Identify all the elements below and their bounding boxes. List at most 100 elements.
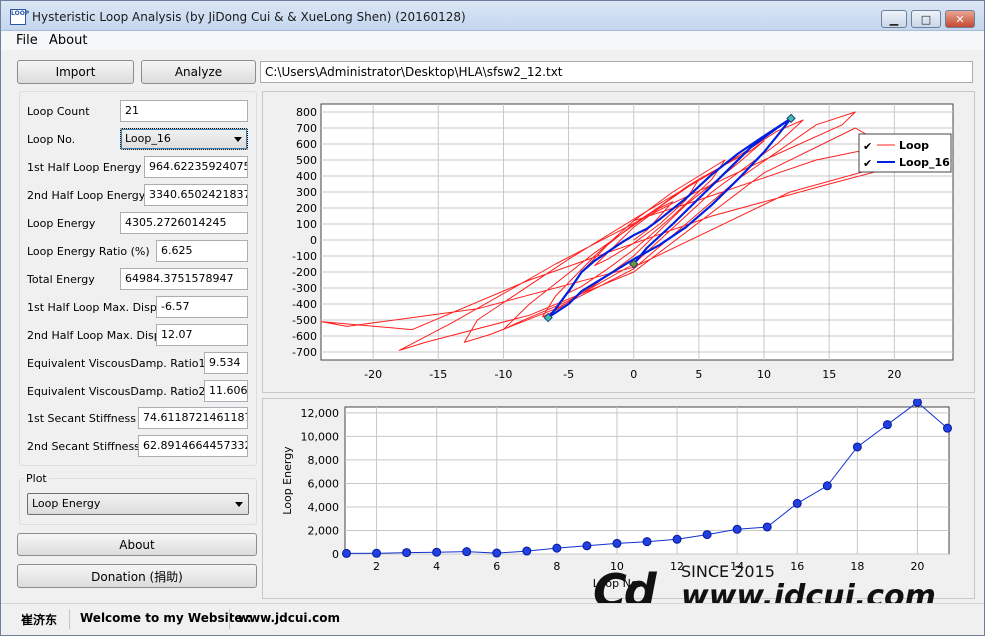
y-tick-label: -700 [292, 346, 317, 359]
loop-no-value: Loop_16 [125, 132, 171, 145]
energy-data-point [822, 481, 832, 491]
energy-ratio-field[interactable]: 6.625 [156, 240, 248, 262]
y-axis-label: Loop Energy [281, 446, 294, 515]
y-tick-label: 700 [296, 122, 317, 135]
hysteresis-chart: -20 -15 -10 -5 0 5 10 15 20 -700 -600 -500 -400 -300 -… [262, 91, 975, 393]
param-label: Equivalent ViscousDamp. Ratio2 (%) [27, 385, 229, 398]
damp-ratio1-field[interactable]: 9.534 [204, 352, 248, 374]
energy-data-point [552, 543, 562, 553]
y-tick-label: 500 [296, 154, 317, 167]
plot-group: Plot Loop Energy [19, 472, 257, 525]
menu-about[interactable]: About [49, 33, 87, 48]
energy-data-point [702, 530, 712, 540]
legend-check-icon: ✔ [863, 140, 872, 153]
y-tick-label: 400 [296, 170, 317, 183]
second-secant-stiffness-field[interactable]: 62.8914664457332 [138, 435, 248, 457]
x-tick-label: 18 [850, 560, 864, 573]
param-label: 2nd Half Loop Max. Disp [27, 329, 161, 342]
chevron-down-icon [234, 137, 242, 142]
plot-select-value: Loop Energy [32, 497, 101, 510]
plot-area [344, 406, 950, 555]
maximize-button[interactable]: □ [911, 10, 941, 28]
second-half-energy-field[interactable]: 3340.65024218374 [144, 184, 248, 206]
y-tick-label: 6,000 [308, 477, 340, 490]
second-max-disp-field[interactable]: 12.07 [156, 324, 248, 346]
maximize-icon: □ [920, 12, 932, 26]
x-tick-label: 20 [910, 560, 924, 573]
about-button[interactable]: About [17, 533, 257, 556]
analyze-button[interactable]: Analyze [141, 60, 256, 84]
total-energy-field[interactable]: 64984.3751578947 [120, 268, 248, 290]
energy-data-point [492, 548, 502, 558]
first-half-energy-field[interactable]: 964.622359240759 [144, 156, 248, 178]
results-panel: Loop Count 21 Loop No. Loop_16 1st Half … [19, 91, 257, 466]
import-button[interactable]: Import [17, 60, 134, 84]
menu-bar: File About [1, 31, 984, 50]
status-author: 崔济东 [21, 613, 58, 627]
chevron-down-icon [235, 502, 243, 507]
x-tick-label: 2 [373, 560, 380, 573]
loop-no-select[interactable]: Loop_16 [120, 128, 248, 150]
energy-data-point [522, 546, 532, 556]
y-tick-label: 300 [296, 186, 317, 199]
x-tick-label: 5 [695, 368, 702, 381]
status-welcome: Welcome to my Website : [80, 611, 252, 625]
y-tick-label: 200 [296, 202, 317, 215]
status-separator [69, 609, 70, 629]
loop-energy-field[interactable]: 4305.2726014245 [120, 212, 248, 234]
first-max-disp-field[interactable]: -6.57 [156, 296, 248, 318]
y-tick-label: 0 [310, 234, 317, 247]
title-bar[interactable]: LOOP Hysteristic Loop Analysis (by JiDon… [1, 1, 984, 31]
x-tick-label: 20 [887, 368, 901, 381]
y-tick-label: 100 [296, 218, 317, 231]
x-tick-label: -5 [563, 368, 574, 381]
x-tick-label: -10 [494, 368, 512, 381]
param-label: Loop Energy [27, 217, 96, 230]
menu-file[interactable]: File [16, 33, 38, 48]
window-title: Hysteristic Loop Analysis (by JiDong Cui… [32, 10, 466, 24]
y-tick-label: 8,000 [308, 454, 340, 467]
y-tick-label: 0 [332, 548, 339, 561]
param-label: 1st Half Loop Energy [27, 161, 142, 174]
energy-data-point [402, 548, 412, 558]
x-tick-label: 4 [433, 560, 440, 573]
donation-button[interactable]: Donation (捐助) [17, 564, 257, 588]
y-tick-label: -600 [292, 330, 317, 343]
y-tick-label: 800 [296, 106, 317, 119]
close-button[interactable]: ✕ [945, 10, 975, 28]
x-tick-label: -15 [429, 368, 447, 381]
app-logo-icon: LOOP [10, 9, 29, 25]
param-label: Total Energy [27, 273, 95, 286]
x-tick-label: -20 [364, 368, 382, 381]
legend-label: Loop_16 [899, 156, 950, 169]
param-label: Loop Count [27, 105, 90, 118]
minimize-icon: ▁ [889, 12, 899, 26]
energy-data-point [942, 423, 952, 433]
energy-data-point [432, 547, 442, 557]
param-label: Loop No. [27, 133, 76, 146]
damp-ratio2-field[interactable]: 11.606 [204, 380, 248, 402]
plot-select[interactable]: Loop Energy [27, 493, 249, 515]
param-label: Equivalent ViscousDamp. Ratio1 (%) [27, 357, 229, 370]
x-tick-label: 6 [493, 560, 500, 573]
loop-count-field[interactable]: 21 [120, 100, 248, 122]
energy-data-point [582, 541, 592, 551]
minimize-button[interactable]: ▁ [881, 10, 907, 28]
y-tick-label: -200 [292, 266, 317, 279]
energy-data-point [912, 397, 922, 407]
status-website-link[interactable]: www.jdcui.com [238, 611, 340, 625]
x-tick-label: 0 [630, 368, 637, 381]
energy-data-point [762, 522, 772, 532]
status-separator [229, 609, 230, 629]
y-tick-label: -100 [292, 250, 317, 263]
x-tick-label: 16 [790, 560, 804, 573]
y-tick-label: -500 [292, 314, 317, 327]
app-window: LOOP Hysteristic Loop Analysis (by JiDon… [0, 0, 985, 636]
file-path-field[interactable]: C:\Users\Administrator\Desktop\HLA\sfsw2… [260, 61, 973, 83]
y-tick-label: -400 [292, 298, 317, 311]
y-tick-label: -300 [292, 282, 317, 295]
param-label: 2nd Half Loop Energy [27, 189, 146, 202]
energy-data-point [612, 538, 622, 548]
first-secant-stiffness-field[interactable]: 74.6118721461187 [138, 407, 248, 429]
param-label: 2nd Secant Stiffness [27, 440, 140, 453]
